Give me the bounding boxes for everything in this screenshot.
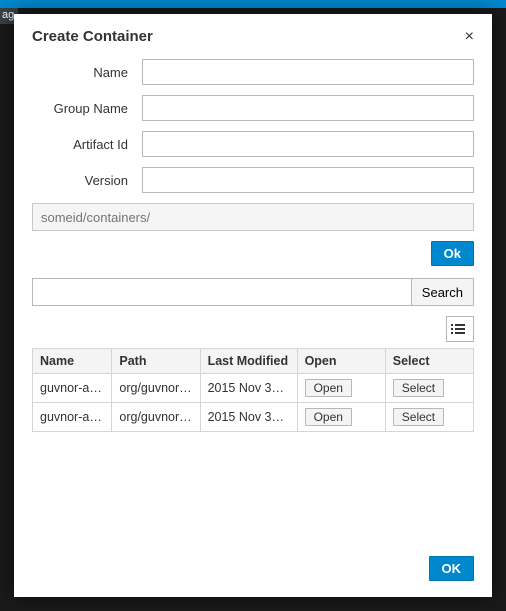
modal-header: Create Container ×: [14, 14, 492, 55]
table-row: guvnor-asset… org/guvnor/g… 2015 Nov 30 …: [33, 403, 474, 432]
open-button[interactable]: Open: [305, 408, 352, 426]
table-row: guvnor-asset… org/guvnor/g… 2015 Nov 30 …: [33, 374, 474, 403]
search-input[interactable]: [32, 278, 411, 306]
list-icon: [455, 322, 465, 336]
open-button[interactable]: Open: [305, 379, 352, 397]
name-input[interactable]: [142, 59, 474, 85]
version-input[interactable]: [142, 167, 474, 193]
artifact-id-label: Artifact Id: [32, 137, 142, 152]
modal-body: Name Group Name Artifact Id Version Ok S…: [14, 55, 492, 544]
col-header-path[interactable]: Path: [112, 349, 200, 374]
col-header-last-modified[interactable]: Last Modified: [200, 349, 297, 374]
modal-footer: OK: [14, 544, 492, 597]
col-header-name[interactable]: Name: [33, 349, 112, 374]
list-view-toggle[interactable]: [446, 316, 474, 342]
cell-last-modified: 2015 Nov 30 …: [200, 374, 297, 403]
table-header-row: Name Path Last Modified Open Select: [33, 349, 474, 374]
col-header-open: Open: [297, 349, 385, 374]
cell-name: guvnor-asset…: [33, 374, 112, 403]
col-header-select: Select: [385, 349, 473, 374]
select-button[interactable]: Select: [393, 379, 444, 397]
select-button[interactable]: Select: [393, 408, 444, 426]
version-label: Version: [32, 173, 142, 188]
group-name-input[interactable]: [142, 95, 474, 121]
name-label: Name: [32, 65, 142, 80]
create-container-modal: Create Container × Name Group Name Artif…: [14, 14, 492, 597]
modal-title: Create Container: [32, 28, 153, 45]
footer-ok-button[interactable]: OK: [429, 556, 475, 581]
endpoint-input: [32, 203, 474, 231]
cell-path: org/guvnor/g…: [112, 374, 200, 403]
search-button[interactable]: Search: [411, 278, 474, 306]
cell-last-modified: 2015 Nov 30 …: [200, 403, 297, 432]
ok-button[interactable]: Ok: [431, 241, 474, 266]
cell-name: guvnor-asset…: [33, 403, 112, 432]
group-name-label: Group Name: [32, 101, 142, 116]
results-table: Name Path Last Modified Open Select guvn…: [32, 348, 474, 432]
artifact-id-input[interactable]: [142, 131, 474, 157]
cell-path: org/guvnor/g…: [112, 403, 200, 432]
close-icon[interactable]: ×: [465, 29, 474, 45]
